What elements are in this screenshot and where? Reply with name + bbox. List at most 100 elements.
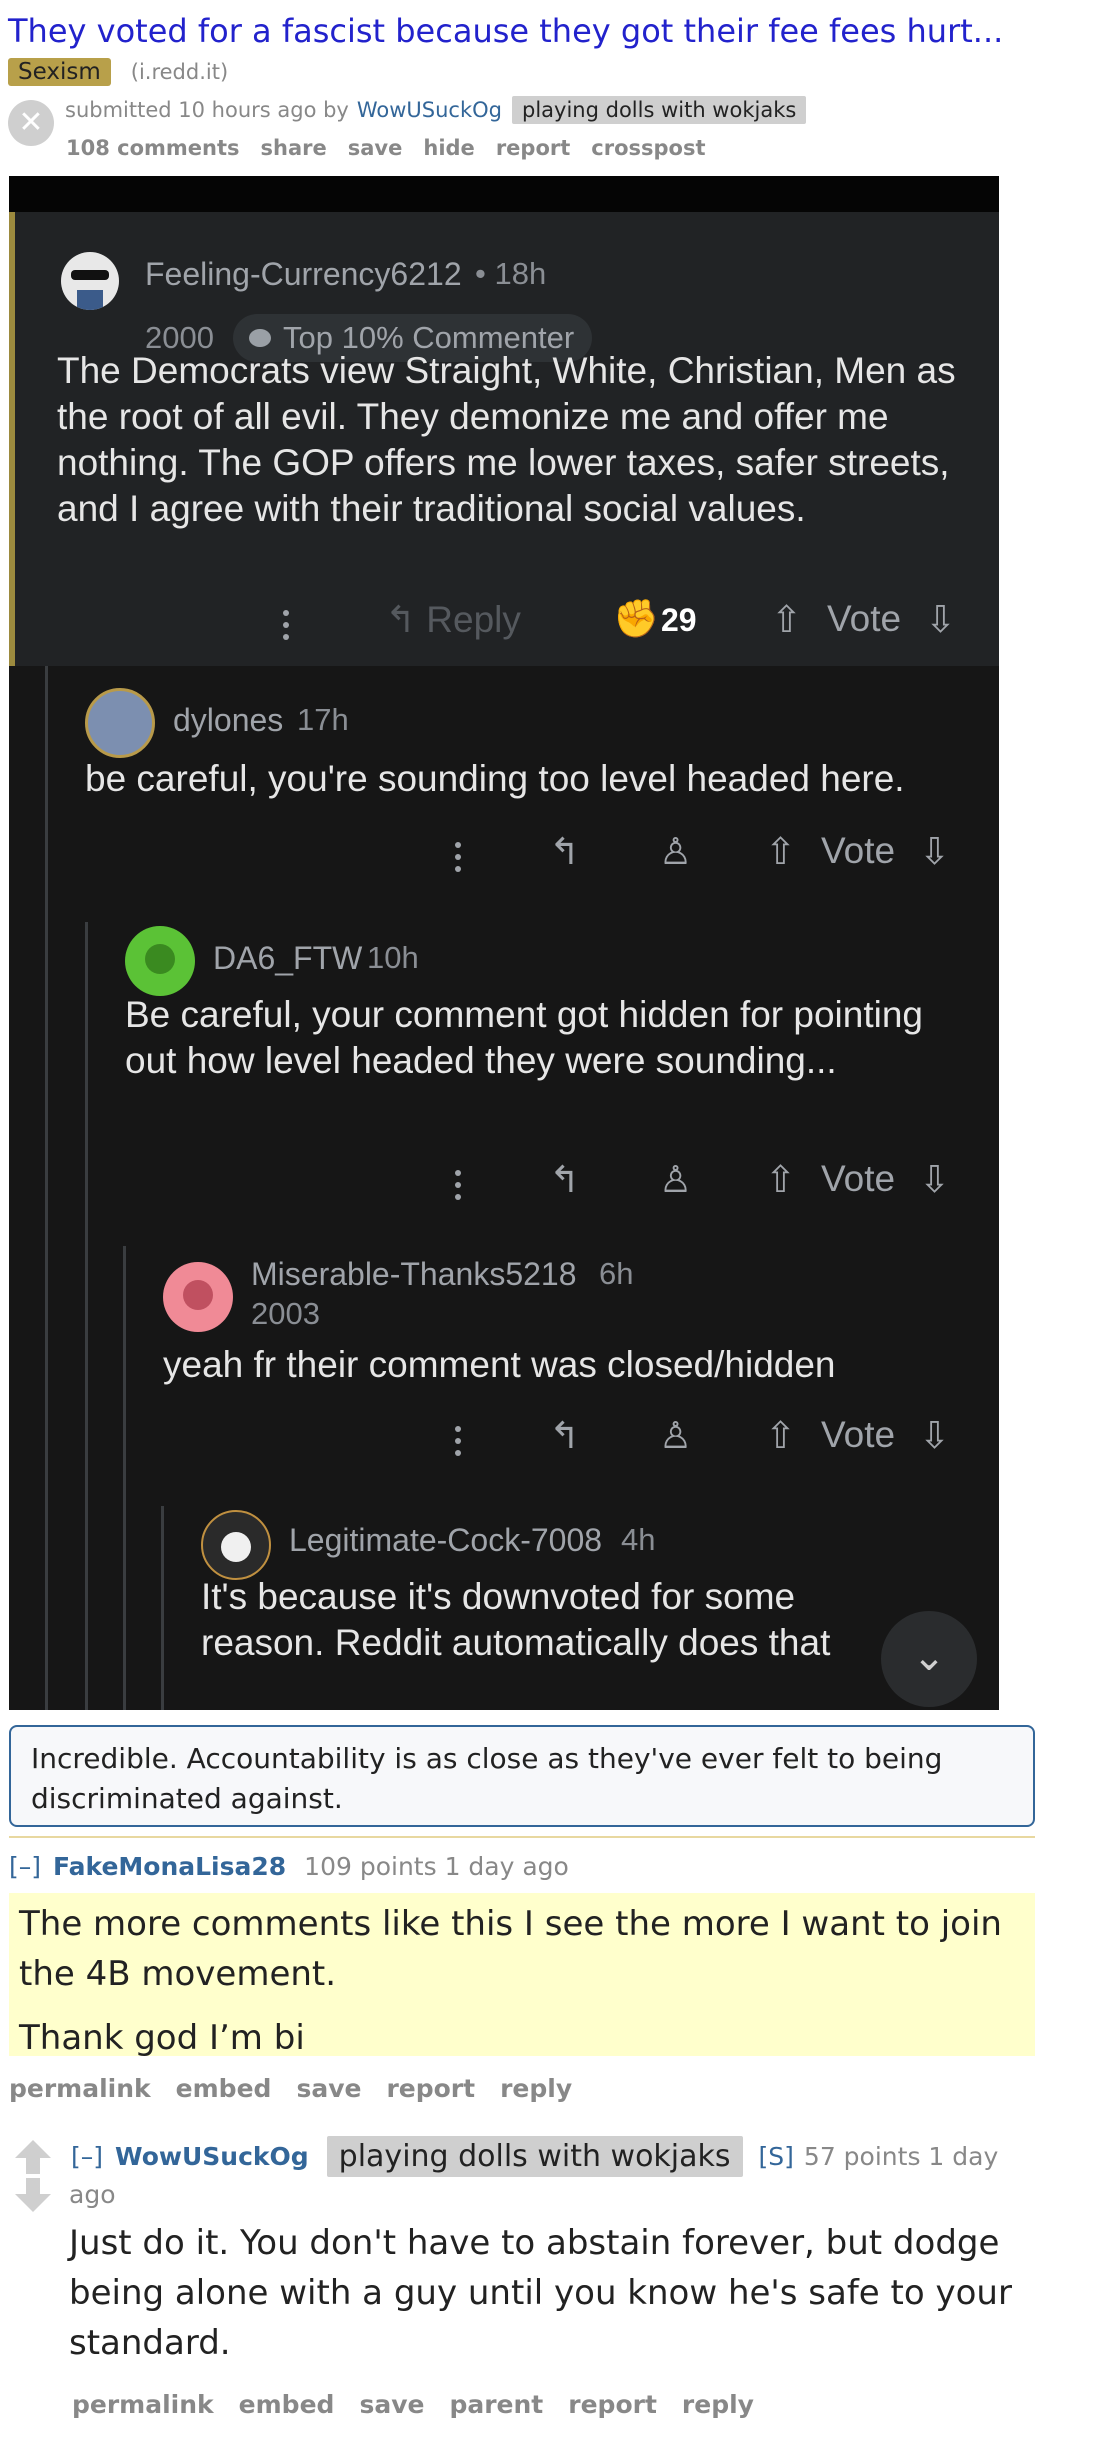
save-button[interactable]: save <box>359 2390 424 2419</box>
reply-button[interactable]: reply <box>500 2074 572 2103</box>
comment-username[interactable]: DA6_FTW <box>213 940 362 977</box>
comment-header: [–] FakeMonaLisa28 109 points 1 day ago <box>9 1852 569 1881</box>
comment-paragraph: The more comments like this I see the mo… <box>19 1904 1002 1994</box>
upvote-icon[interactable]: ⇧ <box>771 598 802 641</box>
collapse-toggle[interactable]: [–] <box>71 2142 103 2171</box>
more-options-icon[interactable] <box>455 1426 461 1462</box>
avatar <box>163 1262 233 1332</box>
award-icon[interactable]: ♙ <box>659 1414 692 1457</box>
hide-button[interactable]: hide <box>423 136 474 160</box>
reply-button[interactable]: ↰ Reply <box>385 598 521 641</box>
upvote-arrow-icon[interactable] <box>15 2140 51 2174</box>
downvote-icon[interactable]: ⇩ <box>919 1158 950 1201</box>
vote-label: Vote <box>821 1414 896 1455</box>
comment-username[interactable]: Legitimate-Cock-7008 <box>289 1522 602 1559</box>
comment-body: It's because it's downvoted for some rea… <box>201 1576 831 1663</box>
report-button[interactable]: report <box>386 2074 475 2103</box>
permalink-button[interactable]: permalink <box>72 2390 214 2419</box>
downvote-icon[interactable]: ⇩ <box>919 830 950 873</box>
comment-author[interactable]: WowUSuckOg <box>115 2142 309 2171</box>
vote-label: Vote <box>821 1158 896 1199</box>
thread-line <box>161 1506 164 1710</box>
comment-meta-continued: ago <box>69 2180 116 2209</box>
submitted-text: submitted 10 hours ago by <box>65 98 349 122</box>
comment-meta: 57 points 1 day <box>803 2142 999 2171</box>
post-flair[interactable]: Sexism <box>8 58 111 86</box>
more-options-icon[interactable] <box>283 610 289 646</box>
save-button[interactable]: save <box>296 2074 361 2103</box>
reply-label: Reply <box>426 599 521 640</box>
post-buttons: 108 comments share save hide report cros… <box>66 136 727 160</box>
comment-meta: 109 points 1 day ago <box>304 1852 569 1881</box>
parent-button[interactable]: parent <box>449 2390 543 2419</box>
thread-line <box>85 922 88 1710</box>
downvote-icon[interactable]: ⇩ <box>919 1414 950 1457</box>
chevron-down-icon[interactable]: ⌄ <box>881 1611 977 1707</box>
upvote-icon[interactable]: ⇧ <box>765 1414 796 1457</box>
share-button[interactable]: share <box>261 136 327 160</box>
comment-time: 6h <box>599 1256 634 1291</box>
award-icon[interactable]: ♙ <box>659 830 692 873</box>
comment-buttons: permalink embed save report reply <box>9 2074 597 2103</box>
award-count: 29 <box>661 602 697 638</box>
comment-body: yeah fr their comment was closed/hidden <box>163 1344 836 1385</box>
post-tagline: submitted 10 hours ago by WowUSuckOg pla… <box>65 96 807 124</box>
embed-button[interactable]: embed <box>239 2390 335 2419</box>
post-caption: Incredible. Accountability is as close a… <box>9 1725 1035 1827</box>
avatar <box>201 1510 271 1580</box>
comment-body: The Democrats view Straight, White, Chri… <box>57 350 956 529</box>
post-title[interactable]: They voted for a fascist because they go… <box>8 12 1003 50</box>
badge-icon <box>249 329 271 347</box>
upvote-icon[interactable]: ⇧ <box>765 1158 796 1201</box>
comment-username[interactable]: Miserable-Thanks5218 <box>251 1256 577 1293</box>
collapse-toggle[interactable]: [–] <box>9 1852 41 1881</box>
vote-label: Vote <box>827 598 902 639</box>
avatar <box>61 252 119 310</box>
comment-author[interactable]: FakeMonaLisa28 <box>53 1852 286 1881</box>
reply-icon[interactable]: ↰ <box>549 1414 580 1457</box>
vote-label: Vote <box>821 830 896 871</box>
more-options-icon[interactable] <box>455 1170 461 1206</box>
downvote-icon[interactable]: ⇩ <box>925 598 956 641</box>
award-icon[interactable]: ✊ <box>613 598 659 641</box>
more-options-icon[interactable] <box>455 842 461 878</box>
post-flair-row: Sexism (i.redd.it) <box>8 58 228 86</box>
post-domain[interactable]: (i.redd.it) <box>131 60 228 84</box>
reply-button[interactable]: reply <box>682 2390 754 2419</box>
award-icon[interactable]: ♙ <box>659 1158 692 1201</box>
comments-link[interactable]: 108 comments <box>66 136 240 160</box>
save-button[interactable]: save <box>348 136 403 160</box>
comment-time: 10h <box>367 940 419 975</box>
author-flair: playing dolls with wokjaks <box>512 96 807 124</box>
post-image[interactable]: Feeling-Currency6212 • 18h 2000 Top 10% … <box>9 176 999 1710</box>
crosspost-button[interactable]: crosspost <box>591 136 705 160</box>
comment-body: be careful, you're sounding too level he… <box>85 758 905 799</box>
avatar <box>85 688 155 758</box>
avatar <box>125 926 195 996</box>
post-author-link[interactable]: WowUSuckOg <box>357 98 502 122</box>
comment-meta-wrap: ago <box>69 2180 115 2209</box>
report-button[interactable]: report <box>568 2390 657 2419</box>
thread-line <box>45 666 48 1710</box>
reply-icon[interactable]: ↰ <box>549 1158 580 1201</box>
reply-icon[interactable]: ↰ <box>549 830 580 873</box>
permalink-button[interactable]: permalink <box>9 2074 151 2103</box>
image-top-bar <box>9 176 999 212</box>
report-button[interactable]: report <box>496 136 570 160</box>
comment-body: Just do it. You don't have to abstain fo… <box>69 2223 1012 2363</box>
comment-body: The more comments like this I see the mo… <box>9 1893 1035 2058</box>
comment-body: Be careful, your comment got hidden for … <box>125 994 924 1081</box>
embed-button[interactable]: embed <box>176 2074 272 2103</box>
close-icon[interactable]: ✕ <box>8 100 54 146</box>
upvote-icon[interactable]: ⇧ <box>765 830 796 873</box>
comment-time: 17h <box>297 702 349 737</box>
comment-username[interactable]: Feeling-Currency6212 <box>145 256 462 293</box>
comment-user-year: 2003 <box>251 1296 320 1331</box>
thread-line <box>123 1246 126 1710</box>
comment-username[interactable]: dylones <box>173 702 283 739</box>
comment-time: • 18h <box>475 256 547 291</box>
author-flair: playing dolls with wokjaks <box>326 2136 743 2177</box>
downvote-arrow-icon[interactable] <box>15 2178 51 2212</box>
comment-header: [–] WowUSuckOg playing dolls with wokjak… <box>71 2136 998 2177</box>
submitter-tag[interactable]: [S] <box>759 2142 794 2171</box>
